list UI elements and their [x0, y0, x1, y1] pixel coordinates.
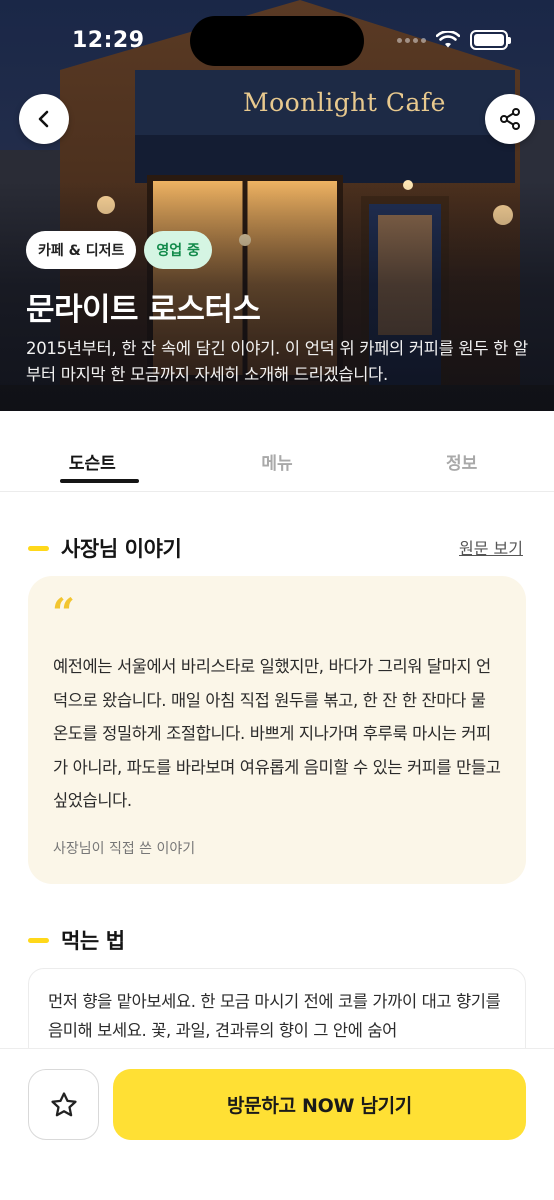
share-icon	[500, 108, 520, 130]
tab-info[interactable]: 정보	[369, 411, 554, 491]
cafe-sign-text: Moonlight Cafe	[243, 88, 446, 117]
active-tab-indicator	[60, 479, 139, 483]
quote-mark-icon: “	[52, 590, 76, 637]
tab-menu[interactable]: 메뉴	[185, 411, 370, 491]
status-badge: 영업 중	[144, 231, 212, 269]
section-accent-bar	[28, 545, 49, 551]
status-icons	[397, 30, 511, 50]
star-icon	[50, 1091, 77, 1116]
view-original-link[interactable]: 원문 보기	[459, 535, 523, 559]
visit-now-button[interactable]: 방문하고 NOW 남기기	[113, 1069, 526, 1140]
bottom-action-bar: 방문하고 NOW 남기기	[0, 1048, 554, 1200]
section-accent-bar	[28, 937, 49, 943]
chevron-left-icon	[38, 110, 49, 128]
hero-image: Moonlight Cafe 12:29 카페 & 디저트 영업 중 문라이트 …	[0, 0, 554, 411]
owner-story-note: 사장님이 직접 쓴 이야기	[53, 841, 196, 857]
back-button[interactable]	[19, 94, 69, 144]
page-title: 문라이트 로스터스	[26, 292, 261, 328]
how-section-header: 먹는 법	[28, 925, 125, 955]
owner-story-text: 예전에는 서울에서 바리스타로 일했지만, 바다가 그리워 달마지 언덕으로 왔…	[53, 657, 501, 810]
hero-description: 2015년부터, 한 잔 속에 담긴 이야기. 이 언덕 위 카페의 커피를 원…	[26, 339, 528, 384]
owner-story-card: “ 예전에는 서울에서 바리스타로 일했지만, 바다가 그리워 달마지 언덕으로…	[28, 576, 526, 884]
favorite-button[interactable]	[28, 1069, 99, 1140]
cellular-signal-icon	[397, 37, 426, 43]
how-section-title: 먹는 법	[61, 929, 125, 953]
dynamic-island	[190, 16, 364, 66]
story-section-header: 사장님 이야기	[28, 533, 182, 563]
share-button[interactable]	[485, 94, 535, 144]
how-to-eat-text: 먼저 향을 맡아보세요. 한 모금 마시기 전에 코를 가까이 대고 향기를 음…	[48, 992, 501, 1040]
battery-icon	[470, 30, 511, 50]
category-badge: 카페 & 디저트	[26, 231, 137, 269]
status-time: 12:29	[72, 28, 145, 53]
status-bar: 12:29	[0, 0, 554, 86]
hero-tags: 카페 & 디저트 영업 중	[26, 231, 212, 269]
story-section-title: 사장님 이야기	[61, 537, 182, 561]
wifi-icon	[436, 31, 460, 48]
